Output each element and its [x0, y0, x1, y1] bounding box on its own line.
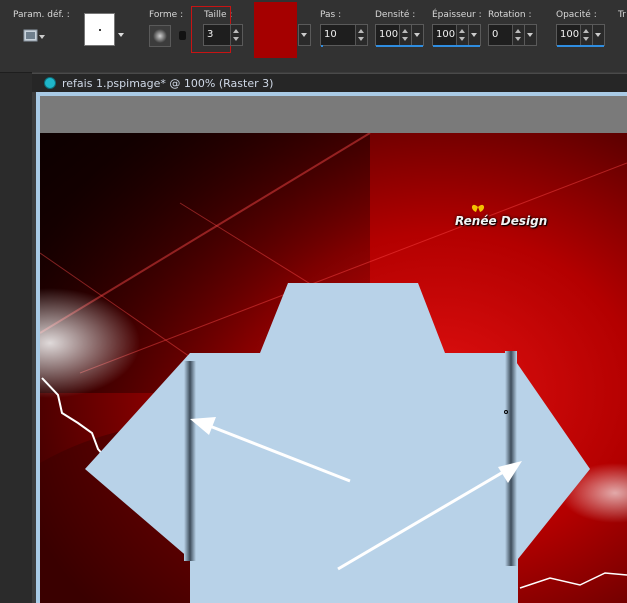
preset-icon	[23, 29, 45, 42]
rotation-input[interactable]: 0	[488, 24, 525, 46]
density-slider-fill	[376, 45, 423, 47]
step-input[interactable]: 10	[320, 24, 368, 46]
document-title: refais 1.pspimage* @ 100% (Raster 3)	[62, 77, 274, 90]
image-canvas[interactable]	[40, 133, 627, 603]
opacity-value: 100	[560, 29, 580, 40]
opacity-dropdown[interactable]	[592, 24, 605, 46]
truncated-label: Tr	[618, 10, 626, 20]
document-title-bar[interactable]: refais 1.pspimage* @ 100% (Raster 3)	[32, 73, 627, 92]
opacity-stepper[interactable]	[580, 25, 592, 45]
density-dropdown[interactable]	[411, 24, 424, 46]
density-label: Densité :	[375, 10, 416, 20]
density-value: 100	[379, 29, 399, 40]
chevron-down-icon	[118, 33, 124, 37]
thickness-slider-fill	[433, 45, 480, 47]
step-label: Pas :	[320, 10, 342, 20]
canvas-transparent-strip	[40, 96, 627, 133]
thickness-label: Épaisseur :	[432, 10, 482, 20]
preset-label: Param. déf. :	[13, 10, 70, 20]
step-slider-fill	[321, 45, 323, 47]
shirt-right-seam	[505, 351, 517, 566]
brush-dot	[99, 29, 101, 31]
shirt-left-seam	[184, 361, 196, 561]
size-value: 3	[207, 29, 214, 40]
thickness-stepper[interactable]	[456, 25, 468, 45]
opacity-input[interactable]: 100	[556, 24, 593, 46]
brush-preview[interactable]	[84, 13, 115, 46]
step-stepper[interactable]	[355, 25, 367, 45]
size-input[interactable]: 3	[203, 24, 243, 46]
rotation-label: Rotation :	[488, 10, 532, 20]
document-icon	[44, 77, 56, 89]
density-input[interactable]: 100	[375, 24, 412, 46]
thickness-input[interactable]: 100	[432, 24, 469, 46]
watermark-logo: Renée Design	[455, 214, 548, 228]
tool-options-bar: Param. déf. : Forme : Taille : 3 Pas : 1…	[0, 0, 627, 73]
step-value: 10	[324, 29, 337, 40]
brush-preview-dropdown[interactable]	[116, 25, 126, 37]
opacity-label: Opacité :	[556, 10, 597, 20]
rotation-dropdown[interactable]	[524, 24, 537, 46]
rotation-value: 0	[492, 29, 499, 40]
density-stepper[interactable]	[399, 25, 411, 45]
hidden-field-dropdown[interactable]	[298, 24, 311, 46]
rotation-stepper[interactable]	[512, 25, 524, 45]
thickness-dropdown[interactable]	[468, 24, 481, 46]
size-stepper[interactable]	[230, 25, 242, 45]
brush-shape-icon	[153, 29, 167, 43]
preset-button[interactable]	[22, 26, 46, 46]
shape-round-button[interactable]	[149, 25, 171, 47]
thickness-value: 100	[436, 29, 456, 40]
shape-label: Forme :	[149, 10, 184, 20]
color-swatch	[254, 2, 297, 58]
shape-square-button[interactable]	[179, 31, 186, 40]
opacity-slider-fill	[557, 45, 604, 47]
